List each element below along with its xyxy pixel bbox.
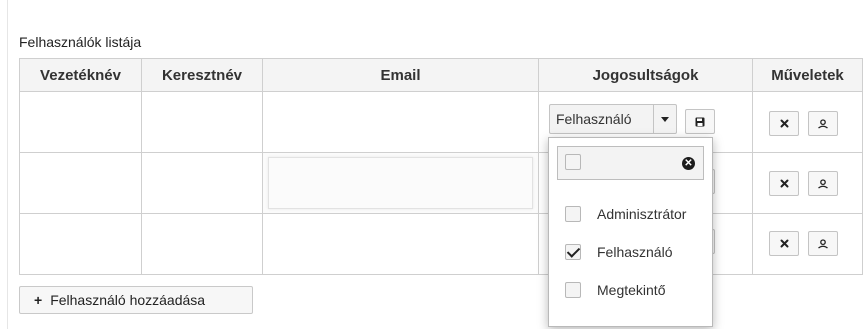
cell-firstname[interactable] [141,213,263,275]
dropdown-option-viewer[interactable]: Megtekintő [565,278,665,302]
table-row [19,91,863,153]
section-title: Felhasználók listája [19,34,142,50]
add-user-button[interactable]: + Felhasználó hozzáadása [19,286,253,314]
delete-user-button[interactable] [769,231,799,256]
x-icon [780,239,788,248]
users-table: Vezetéknév Keresztnév Email Jogosultságo… [19,58,863,275]
user-icon [818,178,828,189]
permissions-select-toggle[interactable] [653,105,676,133]
option-label: Felhasználó [597,244,673,260]
x-icon [780,119,788,128]
email-input-focused[interactable] [268,157,533,209]
col-header-lastname: Vezetéknév [19,58,142,92]
caret-down-icon [661,116,669,122]
user-icon [818,118,828,129]
save-permissions-button[interactable] [685,109,715,134]
cell-firstname[interactable] [141,152,263,214]
page-left-border [7,0,8,329]
dropdown-search-box[interactable]: ✕ [557,146,704,180]
select-all-checkbox[interactable] [565,154,581,170]
option-label: Megtekintő [597,282,666,298]
col-header-permissions: Jogosultságok [538,58,753,92]
cell-email[interactable] [262,213,539,275]
permissions-dropdown: ✕ Adminisztrátor Felhasználó Megtekintő [548,137,713,327]
clear-circle-icon[interactable]: ✕ [682,157,695,170]
floppy-disk-icon [695,117,705,126]
cell-firstname[interactable] [141,91,263,153]
plus-icon: + [34,292,43,308]
user-profile-button[interactable] [808,171,838,196]
dropdown-option-admin[interactable]: Adminisztrátor [565,202,686,226]
option-checkbox-checked[interactable] [565,244,581,260]
permissions-select[interactable]: Felhasználó [549,104,677,134]
user-icon [818,238,828,249]
col-header-firstname: Keresztnév [141,58,263,92]
dropdown-option-user[interactable]: Felhasználó [565,240,673,264]
option-checkbox[interactable] [565,206,581,222]
delete-user-button[interactable] [769,171,799,196]
cell-email[interactable] [262,152,539,214]
cell-email[interactable] [262,91,539,153]
add-user-label: Felhasználó hozzáadása [50,292,206,308]
table-header-row: Vezetéknév Keresztnév Email Jogosultságo… [19,58,863,92]
col-header-email: Email [262,58,539,92]
delete-user-button[interactable] [769,111,799,136]
table-row [19,152,863,214]
user-profile-button[interactable] [808,111,838,136]
option-checkbox[interactable] [565,282,581,298]
cell-lastname[interactable] [19,213,142,275]
option-label: Adminisztrátor [597,206,687,222]
permissions-select-value: Felhasználó [556,111,632,127]
user-profile-button[interactable] [808,231,838,256]
col-header-actions: Műveletek [752,58,863,92]
x-icon [780,179,788,188]
cell-lastname[interactable] [19,152,142,214]
cell-lastname[interactable] [19,91,142,153]
table-row [19,213,863,275]
